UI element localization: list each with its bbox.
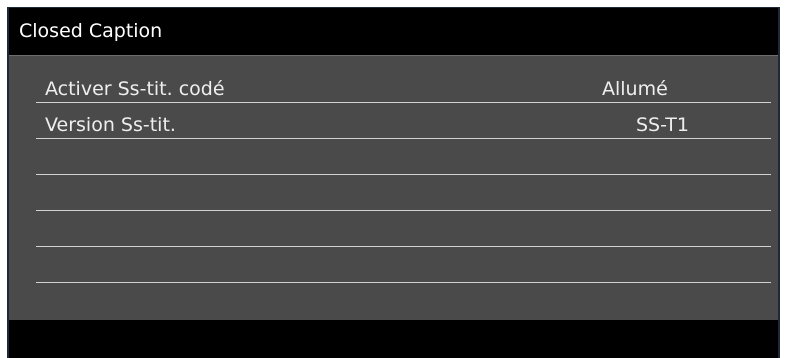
menu-footer-bar [9, 320, 778, 358]
menu-item-value: SS-T1 [636, 114, 689, 136]
menu-item-label: Activer Ss-tit. codé [45, 78, 225, 100]
menu-item-label: Version Ss-tit. [45, 114, 176, 136]
menu-item-closed-caption-enable[interactable]: Activer Ss-tit. codé Allumé [36, 67, 771, 103]
menu-item-empty [36, 247, 771, 283]
menu-item-empty [36, 175, 771, 211]
menu-item-value: Allumé [602, 78, 668, 100]
menu-title: Closed Caption [19, 20, 163, 42]
closed-caption-osd-menu: Closed Caption Activer Ss-tit. codé Allu… [7, 7, 780, 358]
menu-body: Activer Ss-tit. codé Allumé Version Ss-t… [9, 56, 778, 319]
menu-item-empty [36, 139, 771, 175]
menu-header: Closed Caption [9, 8, 778, 56]
menu-item-empty [36, 211, 771, 247]
menu-item-caption-version[interactable]: Version Ss-tit. SS-T1 [36, 103, 771, 139]
